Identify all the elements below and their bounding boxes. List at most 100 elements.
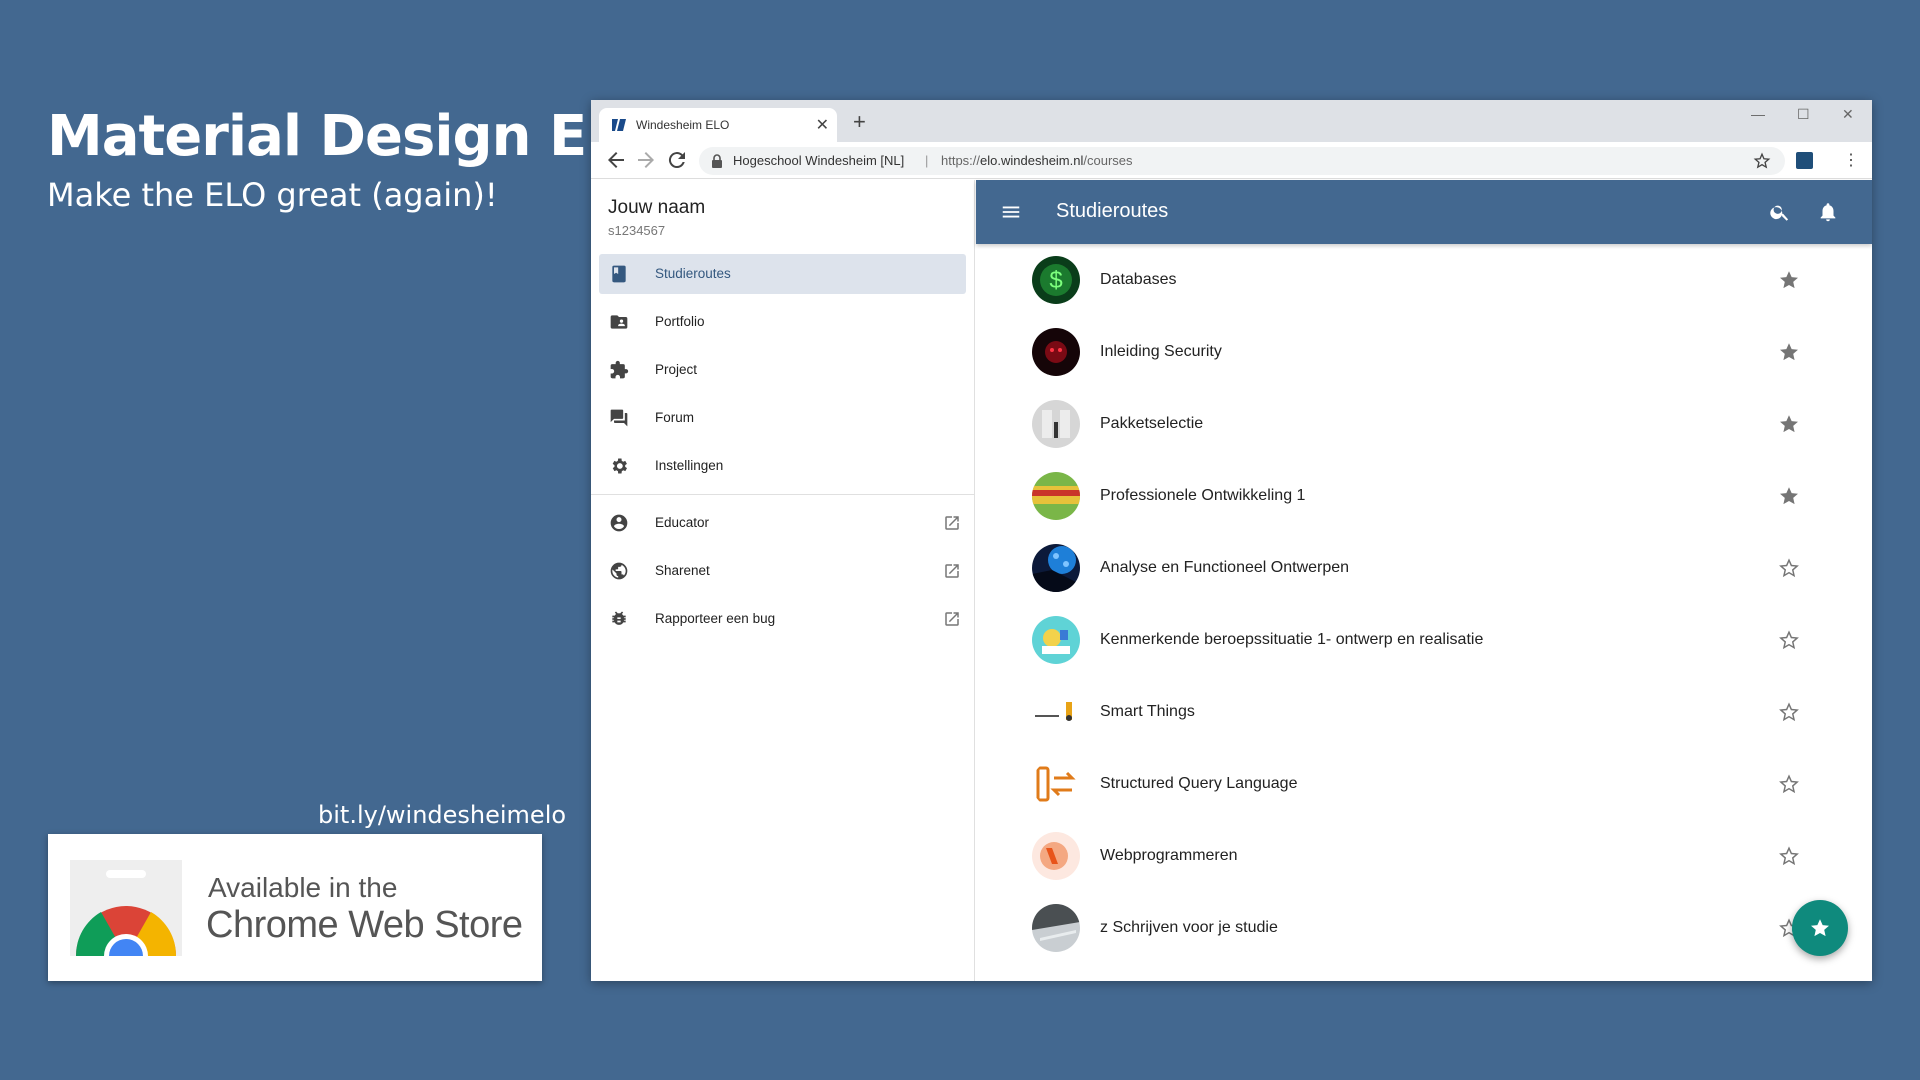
svg-text:$: $: [1049, 267, 1062, 294]
bug-icon: [612, 611, 626, 625]
course-avatar: [1032, 400, 1080, 448]
drawer-item-studieroutes[interactable]: Studieroutes: [599, 254, 966, 294]
user-id: s1234567: [608, 223, 666, 238]
course-avatar: [1032, 544, 1080, 592]
globe-icon: [610, 562, 628, 580]
course-item[interactable]: z Schrijven voor je studie: [976, 892, 1872, 964]
extension-icon[interactable]: [1796, 152, 1813, 169]
gear-icon: [612, 458, 627, 474]
tab-strip: Windesheim ELO ✕ + — ☐ ✕: [591, 100, 1872, 142]
course-item[interactable]: Inleiding Security: [976, 316, 1872, 388]
promo-subtitle: Make the ELO great (again)!: [47, 176, 498, 214]
course-name: Structured Query Language: [1100, 775, 1298, 792]
drawer-link-sharenet[interactable]: Sharenet: [599, 551, 966, 591]
favorite-star-outline-icon[interactable]: [1778, 701, 1800, 723]
puzzle-icon: [610, 360, 629, 379]
windesheim-favicon-icon: [612, 119, 626, 131]
course-item[interactable]: Professionele Ontwikkeling 1: [976, 460, 1872, 532]
main-content: Studieroutes $ Databases Inleiding Secur…: [976, 180, 1872, 981]
drawer-item-project[interactable]: Project: [599, 350, 966, 390]
drawer-item-label: Educator: [655, 515, 710, 530]
course-name: Analyse en Functioneel Ontwerpen: [1100, 559, 1350, 576]
course-item[interactable]: $ Databases: [976, 244, 1872, 316]
favorite-star-filled-icon[interactable]: [1778, 413, 1800, 435]
minimize-icon[interactable]: —: [1751, 106, 1765, 122]
chrome-web-store-badge[interactable]: Available in the Chrome Web Store: [48, 834, 542, 981]
address-bar[interactable]: Hogeschool Windesheim [NL] | https://elo…: [699, 147, 1785, 175]
user-name: Jouw naam: [608, 197, 706, 218]
search-icon[interactable]: [1769, 201, 1791, 223]
course-name: Kenmerkende beroepssituatie 1- ontwerp e…: [1100, 631, 1484, 648]
navigation-drawer: Jouw naam s1234567 Studieroutes Portfoli…: [591, 180, 975, 981]
drawer-link-bug-report[interactable]: Rapporteer een bug: [599, 599, 966, 639]
drawer-item-portfolio[interactable]: Portfolio: [599, 302, 966, 342]
notifications-bell-icon[interactable]: [1817, 201, 1839, 223]
open-external-icon[interactable]: [943, 514, 961, 532]
course-avatar: [1032, 688, 1080, 736]
promo-title: Material Design ELO: [47, 104, 667, 169]
url-path: /courses: [1083, 153, 1133, 168]
drawer-item-instellingen[interactable]: Instellingen: [599, 446, 966, 486]
course-avatar: [1032, 904, 1080, 952]
favorite-star-outline-icon[interactable]: [1778, 773, 1800, 795]
drawer-item-label: Sharenet: [655, 563, 710, 578]
maximize-icon[interactable]: ☐: [1797, 106, 1810, 123]
course-item[interactable]: Analyse en Functioneel Ontwerpen: [976, 532, 1872, 604]
url-host: elo.windesheim.nl: [980, 153, 1084, 168]
tab-close-icon[interactable]: ✕: [816, 115, 829, 135]
course-avatar: $: [1032, 256, 1080, 304]
url-text: https://elo.windesheim.nl/courses: [941, 153, 1133, 168]
course-item[interactable]: Structured Query Language: [976, 748, 1872, 820]
course-avatar: [1032, 760, 1080, 808]
favorite-star-outline-icon[interactable]: [1778, 629, 1800, 651]
course-avatar: [1032, 832, 1080, 880]
course-avatar: [1032, 328, 1080, 376]
course-item[interactable]: Kenmerkende beroepssituatie 1- ontwerp e…: [976, 604, 1872, 676]
browser-toolbar: Hogeschool Windesheim [NL] | https://elo…: [591, 142, 1872, 179]
app-bar: Studieroutes: [976, 180, 1872, 244]
forward-icon[interactable]: [634, 148, 658, 172]
favorite-star-filled-icon[interactable]: [1778, 485, 1800, 507]
elo-app: Jouw naam s1234567 Studieroutes Portfoli…: [591, 180, 1872, 981]
course-name: Webprogrammeren: [1100, 847, 1238, 864]
back-icon[interactable]: [604, 148, 628, 172]
account-circle-icon: [610, 514, 628, 532]
forum-icon: [610, 409, 628, 427]
address-separator: |: [925, 153, 929, 168]
browser-menu-icon[interactable]: ⋮: [1843, 150, 1859, 170]
menu-icon[interactable]: [1000, 201, 1022, 223]
window-close-icon[interactable]: ✕: [1842, 106, 1854, 123]
course-name: Inleiding Security: [1100, 343, 1222, 360]
course-item[interactable]: Smart Things: [976, 676, 1872, 748]
drawer-item-label: Studieroutes: [655, 266, 731, 281]
open-external-icon[interactable]: [943, 562, 961, 580]
browser-tab[interactable]: Windesheim ELO ✕: [599, 108, 837, 142]
course-avatar: [1032, 472, 1080, 520]
favorite-star-filled-icon[interactable]: [1778, 341, 1800, 363]
open-external-icon[interactable]: [943, 610, 961, 628]
favorite-star-outline-icon[interactable]: [1778, 845, 1800, 867]
drawer-link-educator[interactable]: Educator: [599, 503, 966, 543]
drawer-item-label: Rapporteer een bug: [655, 611, 776, 626]
course-item[interactable]: Pakketselectie: [976, 388, 1872, 460]
favorites-fab-button[interactable]: [1792, 900, 1848, 956]
reload-icon[interactable]: [665, 148, 689, 172]
lock-icon: [712, 154, 722, 168]
drawer-item-label: Portfolio: [655, 314, 705, 329]
url-prefix: https://: [941, 153, 981, 168]
book-icon: [612, 265, 626, 283]
new-tab-icon[interactable]: +: [853, 109, 866, 135]
drawer-item-forum[interactable]: Forum: [599, 398, 966, 438]
favorite-star-outline-icon[interactable]: [1778, 557, 1800, 579]
chrome-web-store-icon: [70, 860, 182, 956]
course-name: Databases: [1100, 271, 1177, 288]
page-title: Studieroutes: [1056, 200, 1169, 222]
bookmark-star-icon[interactable]: [1753, 152, 1771, 170]
star-icon: [1811, 919, 1829, 937]
course-avatar: [1032, 616, 1080, 664]
store-line2: Chrome Web Store: [206, 904, 523, 946]
course-item[interactable]: Webprogrammeren: [976, 820, 1872, 892]
drawer-item-label: Project: [655, 362, 698, 377]
favorite-star-filled-icon[interactable]: [1778, 269, 1800, 291]
promo-link[interactable]: bit.ly/windesheimelo: [318, 801, 566, 829]
